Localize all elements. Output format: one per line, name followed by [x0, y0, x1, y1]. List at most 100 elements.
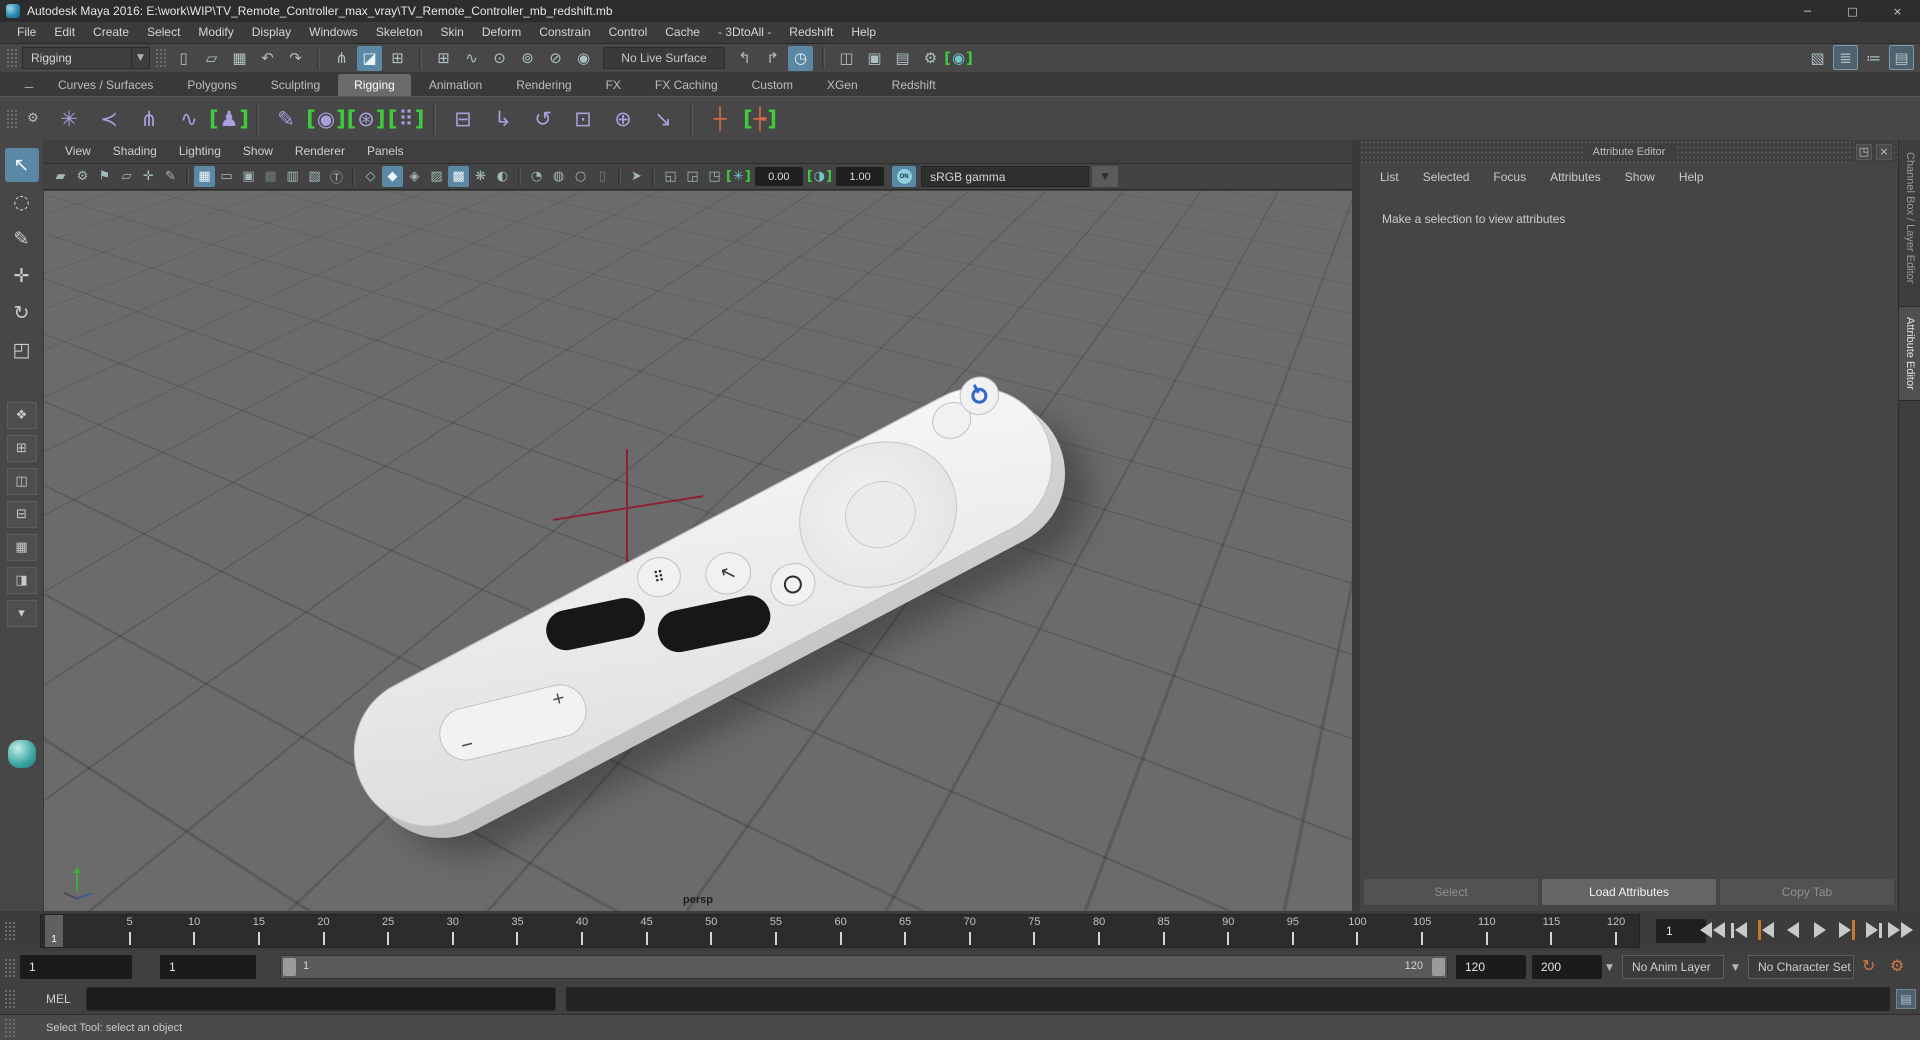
menu-item[interactable]: Edit: [45, 22, 84, 43]
menu-item[interactable]: Constrain: [530, 22, 599, 43]
xray-active-components-icon[interactable]: ○: [570, 166, 591, 187]
wireframe-on-shaded-icon[interactable]: ◈: [404, 166, 425, 187]
timeline-grip[interactable]: [4, 921, 15, 941]
menu-item[interactable]: Redshift: [780, 22, 842, 43]
use-all-lights-icon[interactable]: ▩: [448, 166, 469, 187]
shelf-tab[interactable]: FX: [590, 74, 637, 96]
hypershade-persp-layout-button[interactable]: ▦: [6, 534, 37, 561]
ik-spline-handle-tool-icon[interactable]: ∿: [171, 101, 207, 137]
shelf-tab[interactable]: Animation: [413, 74, 498, 96]
snap-to-view-plane-icon[interactable]: ⊘: [543, 46, 568, 71]
pole-vector-constraint-icon[interactable]: ↘: [645, 101, 681, 137]
plugin-shapes-icon[interactable]: ▯: [592, 166, 613, 187]
animation-preferences-button[interactable]: ⚙: [1890, 956, 1904, 975]
layout-dropdown-button[interactable]: ▾: [6, 600, 37, 627]
minimize-button[interactable]: ─: [1785, 0, 1830, 22]
humanik-character-icon[interactable]: ♟: [211, 101, 247, 137]
panel-menu-item[interactable]: Show: [232, 140, 284, 163]
highlight-selection-icon[interactable]: ➤: [626, 166, 647, 187]
shelf-tab[interactable]: XGen: [811, 74, 874, 96]
display-controls-icon[interactable]: ┼: [702, 101, 738, 137]
film-gate-icon[interactable]: ▭: [216, 166, 237, 187]
undo-icon[interactable]: ↶: [255, 46, 280, 71]
input-connections-icon[interactable]: ↰: [732, 46, 757, 71]
range-slider[interactable]: 1 120: [280, 955, 1448, 979]
select-tool[interactable]: ↖: [4, 148, 39, 182]
resolution-gate-icon[interactable]: ▣: [238, 166, 259, 187]
auto-keyframe-button[interactable]: ↻: [1862, 956, 1875, 975]
tool-settings-toggle-icon[interactable]: ≔: [1861, 45, 1886, 70]
view-transform-select[interactable]: sRGB gamma: [921, 166, 1090, 187]
symmetry-icon[interactable]: ◳: [704, 166, 725, 187]
menu-set-selector[interactable]: Rigging ▼: [22, 47, 150, 69]
panel-menu-item[interactable]: Shading: [102, 140, 168, 163]
scale-tool[interactable]: ◰: [5, 333, 39, 367]
interactive-bind-icon[interactable]: ⠿: [388, 101, 424, 137]
smooth-bind-icon[interactable]: ⊛: [348, 101, 384, 137]
attribute-editor-button[interactable]: Copy Tab: [1720, 879, 1894, 905]
shelf-tab-menu-icon[interactable]: ─: [18, 78, 40, 96]
output-connections-icon[interactable]: ↱: [760, 46, 785, 71]
shelf-tab[interactable]: Rigging: [338, 74, 411, 96]
redo-icon[interactable]: ↷: [283, 46, 308, 71]
toolbar-grip[interactable]: [155, 48, 166, 68]
snap-to-grid-icon[interactable]: ⊞: [431, 46, 456, 71]
panel-menu-item[interactable]: Renderer: [284, 140, 356, 163]
animation-end-field[interactable]: 200: [1532, 955, 1602, 979]
menu-item[interactable]: Display: [243, 22, 300, 43]
scale-constraint-icon[interactable]: ⊡: [565, 101, 601, 137]
render-settings-icon[interactable]: ⚙: [918, 46, 943, 71]
render-current-frame-icon[interactable]: ▣: [862, 46, 887, 71]
save-scene-icon[interactable]: ▦: [227, 46, 252, 71]
menu-item[interactable]: Skin: [432, 22, 473, 43]
gamma-field[interactable]: 1.00: [836, 167, 885, 186]
persp-outliner-graph-layout-button[interactable]: ◨: [6, 567, 37, 594]
screen-space-ao-icon[interactable]: ◐: [492, 166, 513, 187]
timeline-strip[interactable]: 1 5 10 15 20 25 30 35 40 45 50 55 60 65 …: [40, 914, 1640, 948]
playback-end-field[interactable]: 120: [1456, 955, 1526, 979]
go-to-end-button[interactable]: [1888, 917, 1913, 943]
menu-item[interactable]: Help: [842, 22, 885, 43]
shaded-icon[interactable]: ◆: [382, 166, 403, 187]
script-editor-icon[interactable]: ▤: [1896, 989, 1916, 1009]
command-grip[interactable]: [4, 989, 15, 1009]
panel-menu-item[interactable]: View: [54, 140, 102, 163]
aim-constraint-icon[interactable]: ⊕: [605, 101, 641, 137]
channel-box-toggle-icon[interactable]: ▤: [1889, 45, 1914, 70]
parent-constraint-icon[interactable]: ⊟: [445, 101, 481, 137]
modeling-toolkit-icon[interactable]: ▧: [1805, 45, 1830, 70]
color-management-toggle[interactable]: ON: [892, 166, 917, 187]
range-grip[interactable]: [4, 957, 15, 978]
toolbar-grip[interactable]: [6, 48, 17, 68]
menu-item[interactable]: Skeleton: [367, 22, 432, 43]
field-chart-icon[interactable]: ▥: [282, 166, 303, 187]
multi-component-icon[interactable]: ◲: [682, 166, 703, 187]
select-camera-icon[interactable]: ▰: [50, 166, 71, 187]
edit-controls-icon[interactable]: ┾: [742, 101, 778, 137]
close-panel-icon[interactable]: ×: [1876, 143, 1892, 160]
bookmark-icon[interactable]: ⚑: [94, 166, 115, 187]
panel-menu-item[interactable]: Panels: [356, 140, 415, 163]
open-render-view-icon[interactable]: ◫: [834, 46, 859, 71]
wireframe-icon[interactable]: ◇: [360, 166, 381, 187]
open-scene-icon[interactable]: ▱: [199, 46, 224, 71]
shelf-tab[interactable]: Polygons: [171, 74, 252, 96]
range-end-handle[interactable]: [1432, 958, 1445, 976]
ipr-render-icon[interactable]: ▤: [890, 46, 915, 71]
shadows-icon[interactable]: ❋: [470, 166, 491, 187]
menu-item[interactable]: Deform: [473, 22, 530, 43]
close-button[interactable]: ×: [1875, 0, 1920, 22]
shelf-tab[interactable]: Rendering: [500, 74, 587, 96]
chevron-down-icon[interactable]: ▼: [1606, 963, 1613, 973]
step-back-frame-button[interactable]: [1728, 917, 1750, 943]
live-surface-field[interactable]: No Live Surface: [603, 47, 725, 69]
outliner-persp-layout-button[interactable]: ◫: [6, 468, 37, 495]
chevron-down-icon[interactable]: ▼: [1092, 166, 1119, 187]
four-view-layout-button[interactable]: ⊞: [6, 435, 37, 462]
go-to-start-button[interactable]: [1700, 917, 1725, 943]
persp-graph-layout-button[interactable]: ⊟: [6, 501, 37, 528]
safe-action-icon[interactable]: ▧: [304, 166, 325, 187]
single-pane-layout-button[interactable]: ❖: [6, 402, 37, 429]
panel-menu-item[interactable]: Lighting: [168, 140, 232, 163]
animation-start-field[interactable]: 1: [20, 955, 132, 979]
